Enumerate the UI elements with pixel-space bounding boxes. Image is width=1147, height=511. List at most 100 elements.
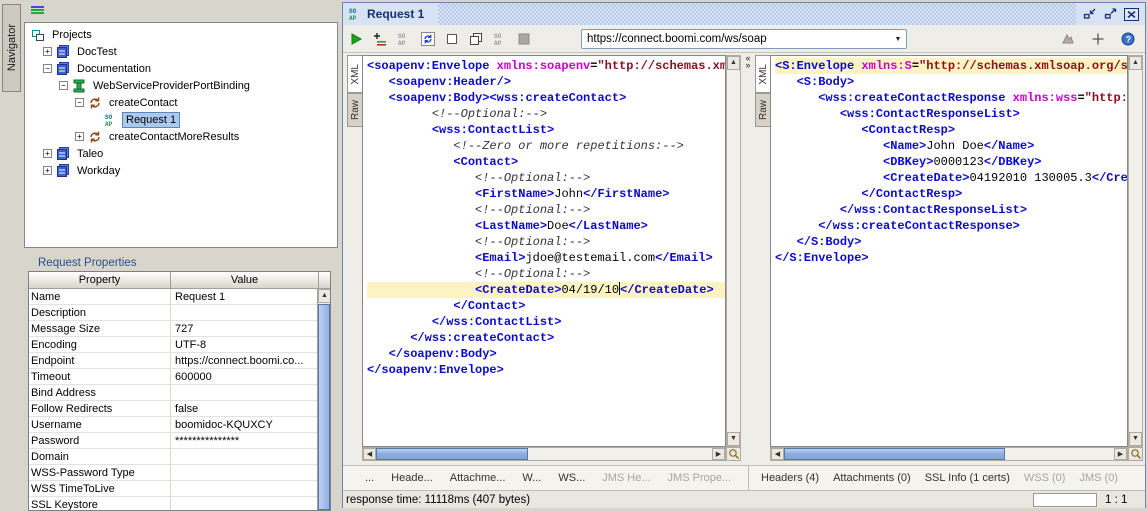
chevron-down-icon[interactable]: ▼ [890,36,906,43]
scrollbar-thumb[interactable] [318,304,330,510]
add-to-testcase-button[interactable] [369,28,391,50]
scroll-left-arrow[interactable]: ◀ [363,448,376,460]
tree-expander-icon[interactable]: + [43,166,52,175]
property-value[interactable] [171,465,319,480]
tree-item-workday[interactable]: + Workday [25,162,337,179]
property-value[interactable]: https://connect.boomi.co... [171,353,319,368]
editor-tab-xml[interactable]: XML [755,55,770,93]
minimize-button[interactable] [1082,8,1097,21]
tree-item-documentation[interactable]: − Documentation [25,60,337,77]
inspector-tab-heade[interactable]: Heade... [391,472,433,484]
editor-tab-xml[interactable]: XML [347,55,362,93]
tree-item-createcontact[interactable]: − createContact [25,94,337,111]
scroll-up-arrow[interactable]: ▲ [318,289,330,303]
inspector-tab-headers-4[interactable]: Headers (4) [761,472,819,484]
inspector-tab-attachments-0[interactable]: Attachments (0) [833,472,911,484]
request-xml-editor[interactable]: <soapenv:Envelope xmlns:soapenv="http://… [362,55,726,447]
property-row-follow-redirects[interactable]: Follow Redirects false [29,401,330,417]
response-vertical-scrollbar[interactable]: ▲ ▼ [1128,55,1143,447]
property-row-wss-timetolive[interactable]: WSS TimeToLive [29,481,330,497]
scroll-up-arrow[interactable]: ▲ [727,56,740,70]
recreate-request-button[interactable] [417,28,439,50]
tree-expander-icon[interactable]: + [75,132,84,141]
inspector-tab-ssl-info-1-certs[interactable]: SSL Info (1 certs) [925,472,1010,484]
property-value[interactable] [171,385,319,400]
property-row-encoding[interactable]: Encoding UTF-8 [29,337,330,353]
property-row-bind-address[interactable]: Bind Address [29,385,330,401]
scrollbar-thumb[interactable] [376,448,529,460]
property-value[interactable]: *************** [171,433,319,448]
request-vertical-scrollbar[interactable]: ▲ ▼ [726,55,741,447]
zoom-editor-button[interactable] [726,447,741,461]
inspector-tab-attachme[interactable]: Attachme... [450,472,506,484]
property-row-password[interactable]: Password *************** [29,433,330,449]
property-value[interactable] [171,481,319,496]
tree-expander-icon[interactable]: − [43,64,52,73]
cancel-request-button[interactable] [513,28,535,50]
tree-expander-icon[interactable]: − [75,98,84,107]
submit-request-button[interactable] [345,28,367,50]
property-row-ssl-keystore[interactable]: SSL Keystore [29,497,330,510]
property-row-username[interactable]: Username boomidoc-KQUXCY [29,417,330,433]
inspector-tab-w[interactable]: W... [522,472,541,484]
property-value[interactable]: false [171,401,319,416]
property-value[interactable]: Request 1 [171,289,319,304]
inspector-tab-ws[interactable]: WS... [558,472,585,484]
scrollbar-thumb[interactable] [784,448,1005,460]
request-horizontal-scrollbar[interactable]: ◀ ▶ [362,447,726,461]
property-row-message-size[interactable]: Message Size 727 [29,321,330,337]
help-button[interactable]: ? [1117,28,1139,50]
zoom-editor-button[interactable] [1128,447,1143,461]
property-value[interactable]: UTF-8 [171,337,319,352]
soap-version-button[interactable]: SO AP [489,28,511,50]
scroll-right-arrow[interactable]: ▶ [712,448,725,460]
tree-item-createcontactmoreresults[interactable]: + createContactMoreResults [25,128,337,145]
tree-item-webserviceproviderportbinding[interactable]: − WebServiceProviderPortBinding [25,77,337,94]
property-value[interactable]: boomidoc-KQUXCY [171,417,319,432]
column-header-property[interactable]: Property [29,272,171,288]
property-row-domain[interactable]: Domain [29,449,330,465]
scroll-left-arrow[interactable]: ◀ [771,448,784,460]
editor-tab-raw[interactable]: Raw [755,93,770,127]
tree-item-projects[interactable]: Projects [25,26,337,43]
response-horizontal-scrollbar[interactable]: ◀ ▶ [770,447,1128,461]
property-row-wss-password-type[interactable]: WSS-Password Type [29,465,330,481]
property-row-name[interactable]: Name Request 1 [29,289,330,305]
navigator-panel-tab[interactable]: Navigator [2,4,21,92]
soap-action-button[interactable]: SO AP [393,28,415,50]
request-properties-table[interactable]: Property Value Name Request 1 Description M… [28,271,331,511]
create-empty-button[interactable] [441,28,463,50]
navigator-menu-icon[interactable] [31,6,44,17]
editor-tab-raw[interactable]: Raw [347,93,362,127]
endpoint-combobox[interactable]: https://connect.boomi.com/ws/soap ▼ [581,29,907,49]
column-header-value[interactable]: Value [171,272,319,288]
clone-request-button[interactable] [465,28,487,50]
tree-expander-icon[interactable]: − [59,81,68,90]
property-row-description[interactable]: Description [29,305,330,321]
scroll-up-arrow[interactable]: ▲ [1129,56,1142,70]
collapse-right-icon[interactable]: » [745,61,750,70]
tree-expander-icon[interactable]: + [43,149,52,158]
window-titlebar[interactable]: SO AP Request 1 [343,3,1145,25]
property-value[interactable] [171,497,319,510]
add-endpoint-button[interactable] [1087,28,1109,50]
property-value[interactable] [171,305,319,320]
status-search-input[interactable] [1033,492,1097,507]
project-tree[interactable]: Projects + DocTest − Documentation − WebServic… [24,22,338,248]
property-value[interactable]: 727 [171,321,319,336]
inspector-tab-[interactable]: ... [365,472,374,484]
property-row-timeout[interactable]: Timeout 600000 [29,369,330,385]
scroll-right-arrow[interactable]: ▶ [1114,448,1127,460]
response-xml-editor[interactable]: <S:Envelope xmlns:S="http://schemas.xmls… [770,55,1128,447]
property-value[interactable]: 600000 [171,369,319,384]
close-button[interactable] [1124,7,1139,21]
tree-expander-icon[interactable]: + [43,47,52,56]
maximize-button[interactable] [1103,8,1118,21]
property-row-endpoint[interactable]: Endpoint https://connect.boomi.co... [29,353,330,369]
tree-item-taleo[interactable]: + Taleo [25,145,337,162]
tree-item-request-1[interactable]: SO AP Request 1 [25,111,337,128]
properties-scrollbar[interactable]: ▲ [317,289,330,510]
tree-item-doctest[interactable]: + DocTest [25,43,337,60]
ws-addressing-button[interactable] [1057,28,1079,50]
property-value[interactable] [171,449,319,464]
